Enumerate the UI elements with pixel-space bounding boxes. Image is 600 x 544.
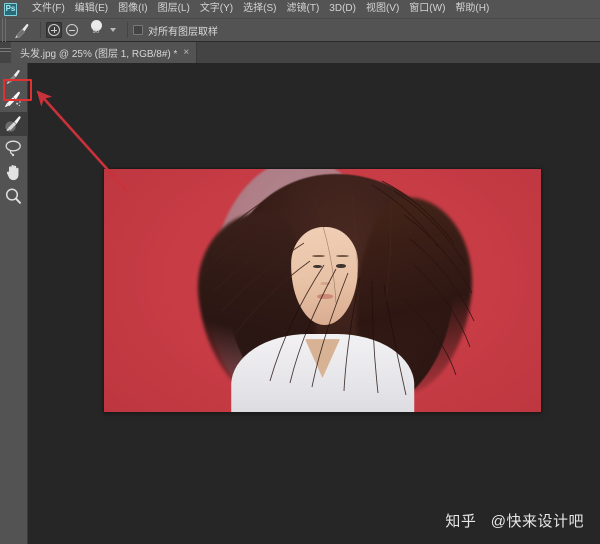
menu-edit[interactable]: 编辑(E) bbox=[70, 0, 113, 18]
menu-view[interactable]: 视图(V) bbox=[361, 0, 404, 18]
paint-brush-icon bbox=[4, 115, 24, 133]
tool-quick-selection[interactable] bbox=[0, 88, 27, 112]
tool-brush[interactable] bbox=[0, 112, 27, 136]
options-divider-2 bbox=[127, 22, 128, 38]
tool-zoom[interactable] bbox=[0, 184, 27, 208]
menu-bar: Ps 文件(F) 编辑(E) 图像(I) 图层(L) 文字(Y) 选择(S) 滤… bbox=[0, 0, 600, 18]
minus-circle-icon bbox=[66, 24, 78, 36]
image-content bbox=[104, 169, 541, 412]
watermark-author: @快来设计吧 bbox=[491, 513, 584, 530]
menu-filter[interactable]: 滤镜(T) bbox=[282, 0, 325, 18]
menu-help[interactable]: 帮助(H) bbox=[450, 0, 494, 18]
flyaway-hair-strands bbox=[104, 169, 541, 412]
menu-3d[interactable]: 3D(D) bbox=[324, 0, 361, 18]
watermark-site: 知乎 bbox=[445, 513, 476, 530]
document-canvas[interactable] bbox=[104, 169, 541, 412]
sample-all-layers-checkbox[interactable] bbox=[133, 25, 143, 35]
options-divider-1 bbox=[40, 22, 41, 38]
options-bar: 90 对所有图层取样 bbox=[0, 18, 600, 42]
hand-icon bbox=[4, 163, 23, 181]
tool-hand[interactable] bbox=[0, 160, 27, 184]
tool-lasso[interactable] bbox=[0, 136, 27, 160]
add-to-selection-button[interactable] bbox=[46, 22, 62, 38]
brush-size-picker[interactable]: 90 bbox=[86, 19, 106, 41]
tab-bar-grip[interactable] bbox=[0, 42, 11, 63]
chevron-down-icon[interactable] bbox=[110, 28, 116, 32]
menu-image[interactable]: 图像(I) bbox=[113, 0, 152, 18]
menu-window[interactable]: 窗口(W) bbox=[404, 0, 450, 18]
magnifier-icon bbox=[4, 187, 23, 205]
plus-circle-icon bbox=[48, 24, 60, 36]
subtract-from-selection-button[interactable] bbox=[64, 22, 80, 38]
tool-spot-healing-brush[interactable] bbox=[0, 64, 27, 88]
tools-panel bbox=[0, 63, 28, 544]
menu-layer[interactable]: 图层(L) bbox=[153, 0, 195, 18]
active-tool-icon[interactable] bbox=[9, 19, 35, 41]
menu-select[interactable]: 选择(S) bbox=[238, 0, 281, 18]
menu-file[interactable]: 文件(F) bbox=[27, 0, 70, 18]
photoshop-logo-icon: Ps bbox=[4, 3, 17, 16]
document-tab-bar: 头发.jpg @ 25% (图层 1, RGB/8#) * × bbox=[0, 42, 600, 63]
quick-selection-brush-icon bbox=[3, 91, 24, 109]
close-icon[interactable]: × bbox=[183, 48, 189, 58]
brush-size-value: 90 bbox=[93, 29, 100, 36]
options-bar-grip[interactable] bbox=[0, 18, 9, 42]
document-tab[interactable]: 头发.jpg @ 25% (图层 1, RGB/8#) * × bbox=[11, 42, 197, 63]
photoshop-window: Ps 文件(F) 编辑(E) 图像(I) 图层(L) 文字(Y) 选择(S) 滤… bbox=[0, 0, 600, 544]
menu-type[interactable]: 文字(Y) bbox=[195, 0, 238, 18]
sample-all-layers-option[interactable]: 对所有图层取样 bbox=[133, 23, 218, 38]
sample-all-layers-label: 对所有图层取样 bbox=[148, 23, 218, 38]
canvas-area[interactable] bbox=[28, 63, 600, 544]
healing-brush-icon bbox=[4, 68, 23, 85]
watermark: 知乎 @快来设计吧 bbox=[445, 510, 584, 531]
document-tab-title: 头发.jpg @ 25% (图层 1, RGB/8#) * bbox=[20, 45, 177, 60]
lasso-icon bbox=[4, 139, 23, 157]
